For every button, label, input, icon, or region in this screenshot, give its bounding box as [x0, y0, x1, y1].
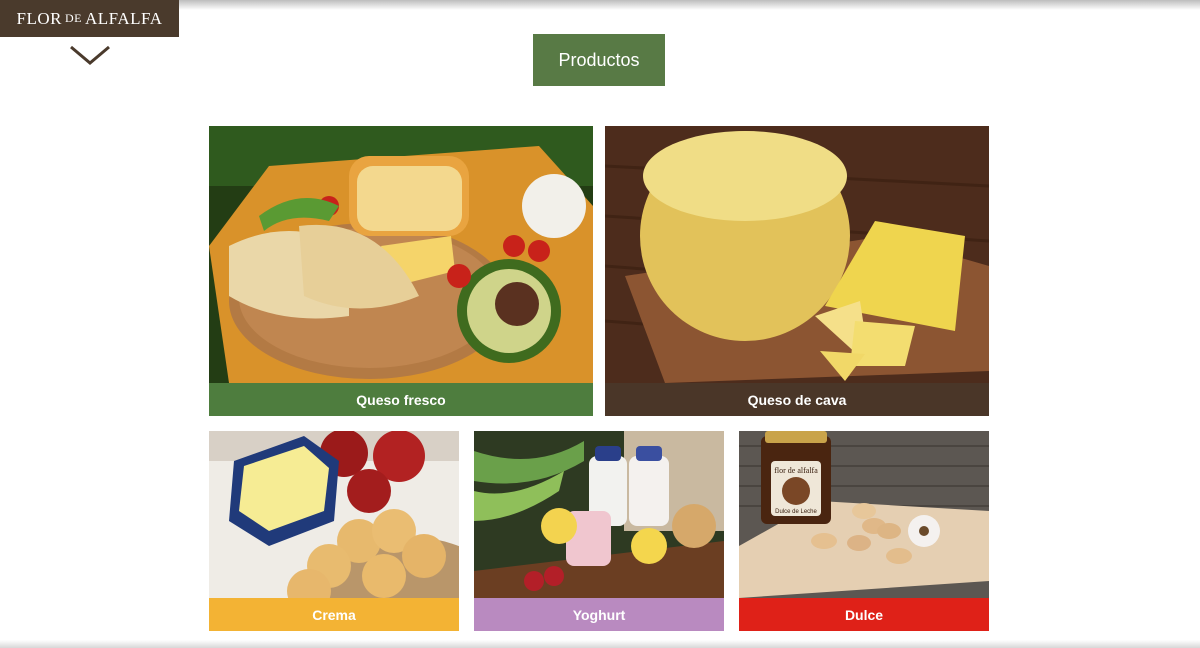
- jar-label-brand: flor de alfalfa: [774, 466, 818, 475]
- crema-image: [209, 431, 459, 598]
- yoghurt-image: [474, 431, 724, 598]
- product-card-yoghurt[interactable]: Yoghurt: [474, 431, 724, 631]
- logo-text-main: FLOR: [16, 8, 62, 28]
- product-label: Dulce: [739, 598, 989, 631]
- queso-fresco-image: [209, 126, 593, 383]
- logo-text-de: DE: [64, 11, 82, 25]
- queso-de-cava-image: [605, 126, 989, 383]
- product-label: Queso fresco: [209, 383, 593, 416]
- logo-text-end: ALFALFA: [84, 8, 163, 28]
- dulce-image: flor de alfalfa Dulce de Leche: [739, 431, 989, 598]
- brand-logo[interactable]: FLOR DE ALFALFA: [0, 0, 179, 37]
- product-label: Yoghurt: [474, 598, 724, 631]
- top-shadow: [0, 0, 1200, 10]
- chevron-down-icon[interactable]: [70, 45, 110, 65]
- product-label: Queso de cava: [605, 383, 989, 416]
- product-label: Crema: [209, 598, 459, 631]
- jar-label-product: Dulce de Leche: [775, 509, 817, 515]
- product-card-crema[interactable]: Crema: [209, 431, 459, 631]
- product-card-queso-fresco[interactable]: Queso fresco: [209, 126, 593, 416]
- product-card-dulce[interactable]: flor de alfalfa Dulce de Leche Dulce: [739, 431, 989, 631]
- product-card-queso-de-cava[interactable]: Queso de cava: [605, 126, 989, 416]
- products-title-button[interactable]: Productos: [533, 34, 665, 86]
- bottom-shade: [0, 640, 1200, 648]
